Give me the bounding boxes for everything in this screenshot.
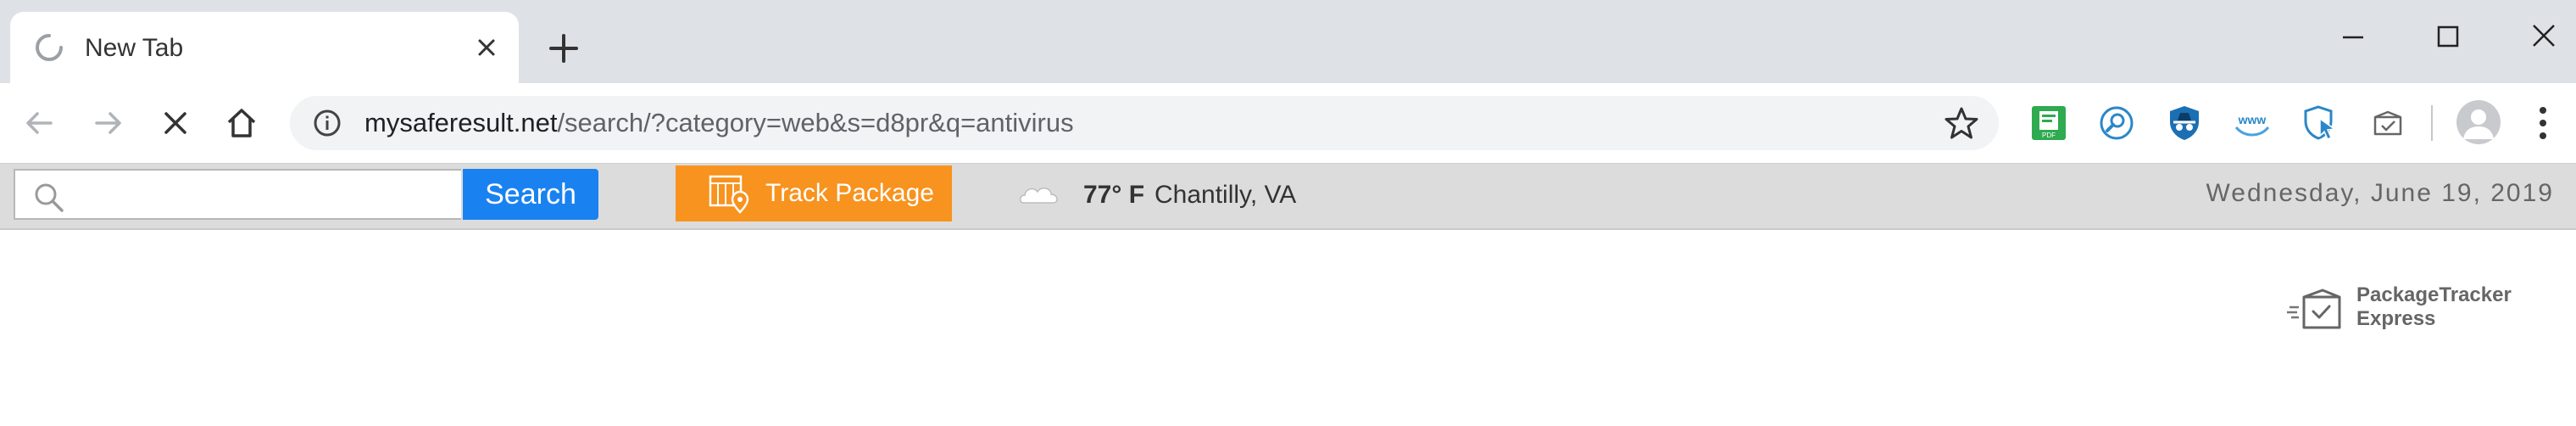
search-box[interactable] xyxy=(14,169,461,220)
weather-temperature: 77° F xyxy=(1083,181,1145,209)
search-extension-icon[interactable] xyxy=(2097,104,2136,143)
spinner-icon xyxy=(36,34,63,61)
current-date: Wednesday, June 19, 2019 xyxy=(2206,179,2554,207)
info-icon[interactable] xyxy=(312,108,342,138)
packagetracker-express-logo: PackageTracker Express xyxy=(2287,280,2541,339)
svg-text:www: www xyxy=(2238,113,2267,126)
maximize-icon[interactable] xyxy=(2410,10,2486,61)
stop-icon[interactable] xyxy=(156,104,195,143)
url-text[interactable]: mysaferesult.net/search/?category=web&s=… xyxy=(364,108,1074,138)
weather-location: Chantilly, VA xyxy=(1154,181,1297,209)
search-icon xyxy=(35,183,64,212)
pdf-extension-icon[interactable]: PDF xyxy=(2029,104,2068,143)
url-path: /search/?category=web&s=d8pr&q=antivirus xyxy=(557,108,1074,137)
site-toolbar: Search Track Package 77° F Chantilly, VA… xyxy=(0,164,2576,230)
browser-toolbar: mysaferesult.net/search/?category=web&s=… xyxy=(0,83,2576,165)
search-button[interactable]: Search xyxy=(463,169,598,220)
search-input[interactable] xyxy=(80,177,448,215)
package-extension-icon[interactable] xyxy=(2368,104,2407,143)
package-location-icon xyxy=(709,175,749,214)
www-extension-icon[interactable]: www xyxy=(2233,104,2272,143)
toolbar-separator xyxy=(2431,105,2433,141)
star-icon[interactable] xyxy=(1945,106,1978,140)
minimize-icon[interactable] xyxy=(2314,10,2390,61)
browser-tab[interactable]: New Tab xyxy=(10,12,519,83)
avatar[interactable] xyxy=(2456,100,2501,144)
shield-cursor-extension-icon[interactable] xyxy=(2301,104,2340,143)
profile-icon xyxy=(2463,109,2494,139)
url-host: mysaferesult.net xyxy=(364,108,558,137)
home-icon[interactable] xyxy=(222,104,261,143)
arrow-right-icon[interactable] xyxy=(88,104,127,143)
arrow-left-icon[interactable] xyxy=(20,104,59,143)
track-package-label: Track Package xyxy=(765,179,934,207)
kebab-menu-icon[interactable] xyxy=(2534,102,2551,144)
plus-icon[interactable] xyxy=(542,27,585,70)
logo-line2: Express xyxy=(2356,307,2436,330)
track-package-button[interactable]: Track Package xyxy=(676,165,952,221)
logo-line1: PackageTracker xyxy=(2356,283,2512,306)
spy-shield-extension-icon[interactable] xyxy=(2165,104,2204,143)
browser-titlebar: New Tab xyxy=(0,0,2576,83)
tab-title: New Tab xyxy=(85,34,184,62)
package-logo-icon xyxy=(2287,289,2341,329)
close-icon[interactable] xyxy=(468,29,505,66)
cloud-icon xyxy=(1019,188,1058,204)
window-close-icon[interactable] xyxy=(2505,10,2576,61)
address-bar[interactable]: mysaferesult.net/search/?category=web&s=… xyxy=(290,96,1999,150)
svg-text:PDF: PDF xyxy=(2042,132,2056,139)
